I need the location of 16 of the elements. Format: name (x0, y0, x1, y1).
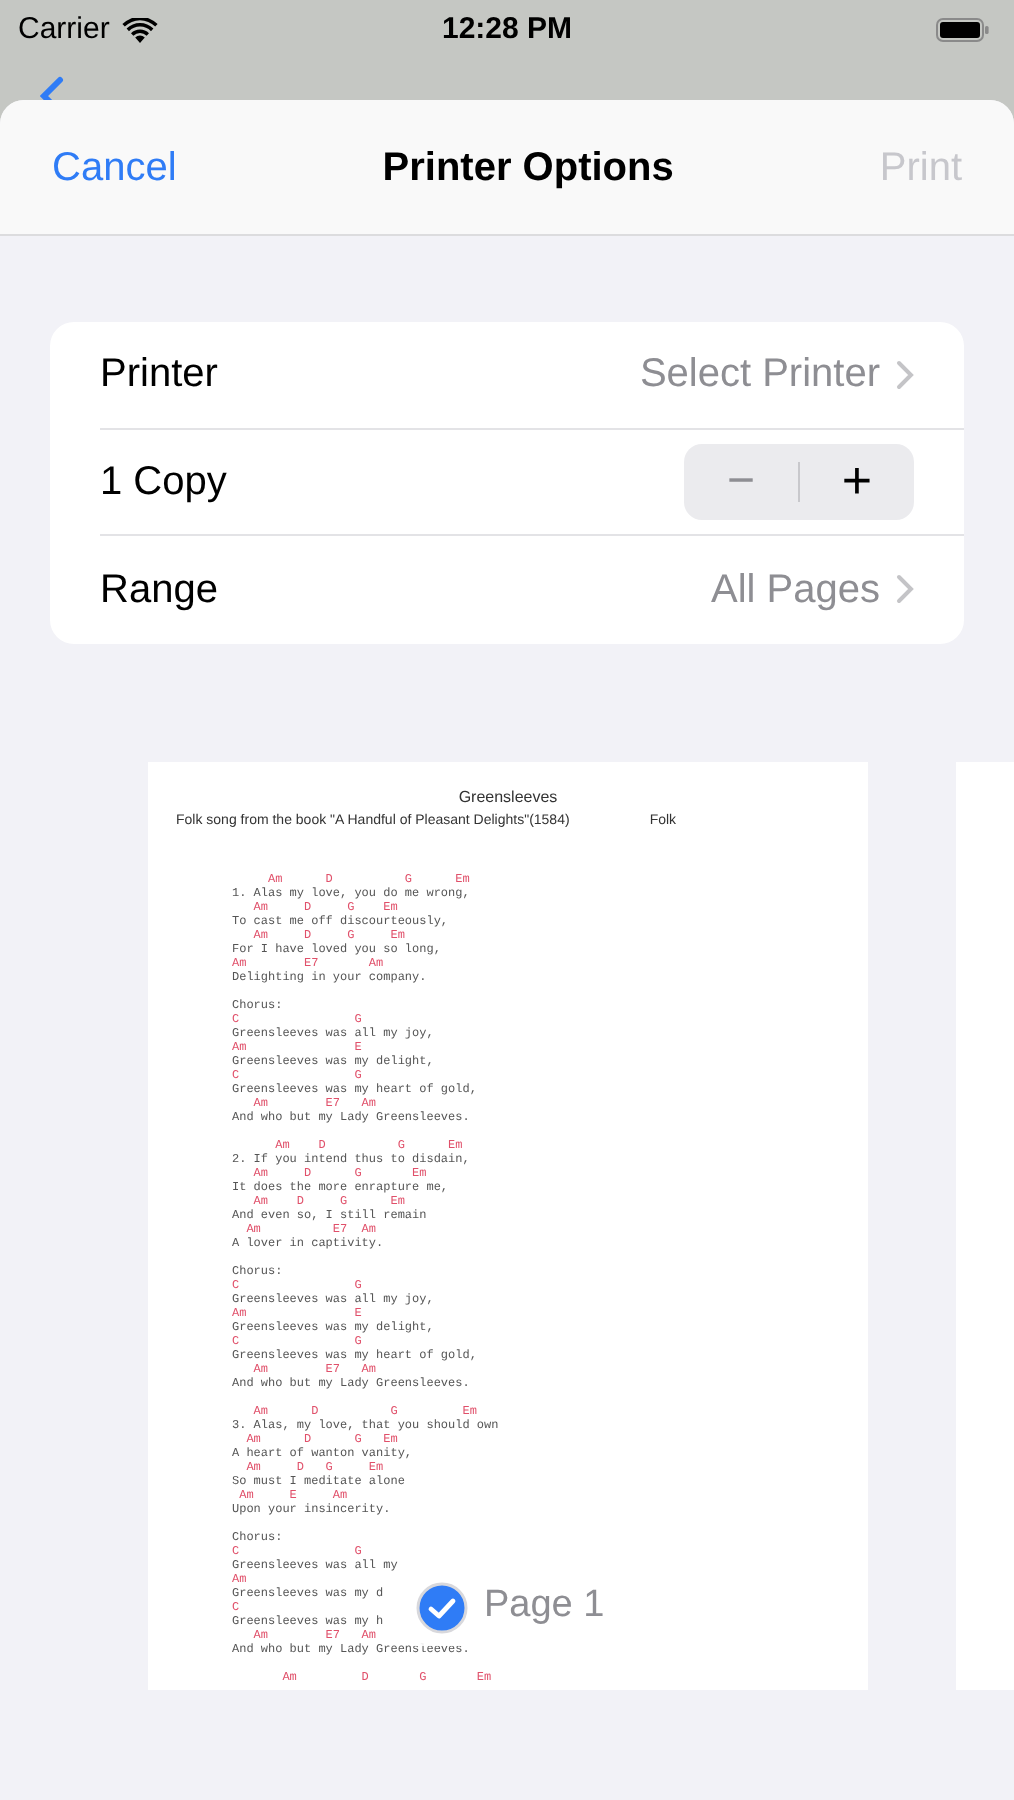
carrier-label: Carrier (18, 9, 110, 50)
battery-icon (936, 18, 990, 42)
option-value[interactable]: All Pages (711, 559, 914, 620)
chevron-icon (896, 359, 914, 390)
sheet-title: Printer Options (382, 143, 674, 193)
chevron-icon (896, 574, 914, 605)
clock-time: 12:28 PM (441, 9, 573, 50)
wifi-icon (121, 17, 158, 43)
option-label: 1 Copy (100, 457, 227, 508)
option-value[interactable]: Select Printer (639, 344, 914, 405)
option-label: Range (100, 565, 218, 616)
cancel-button[interactable]: Cancel (52, 137, 177, 197)
option-label: Printer (100, 350, 218, 401)
song-title: Greensleeves (456, 785, 560, 809)
decrement-button[interactable]: − (684, 445, 798, 518)
increment-button[interactable]: + (800, 442, 914, 521)
